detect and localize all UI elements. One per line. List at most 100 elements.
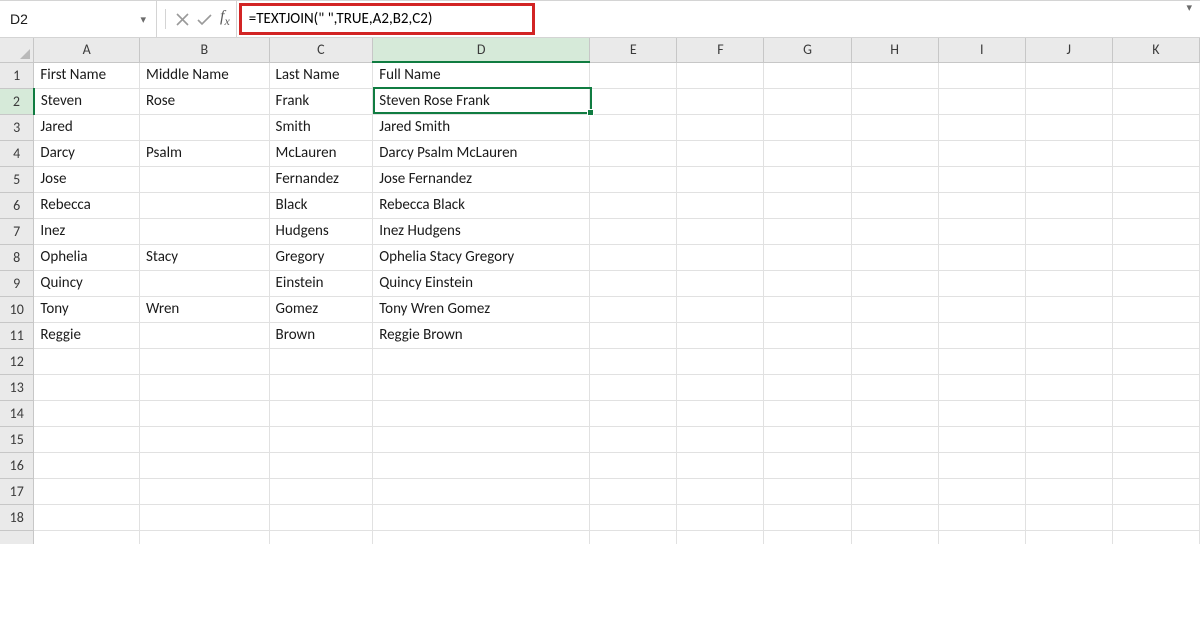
cell-K13[interactable] [1112, 374, 1199, 400]
row-header-16[interactable]: 16 [0, 452, 34, 478]
cell-C15[interactable] [269, 426, 373, 452]
cell-B4[interactable]: Psalm [140, 140, 270, 166]
cell-H13[interactable] [851, 374, 938, 400]
cell-D1[interactable]: Full Name [373, 62, 590, 88]
cell-A13[interactable] [34, 374, 140, 400]
cell-I15[interactable] [938, 426, 1025, 452]
cell-F18[interactable] [677, 504, 764, 530]
cell-E12[interactable] [590, 348, 677, 374]
cell-B15[interactable] [140, 426, 270, 452]
cell-E6[interactable] [590, 192, 677, 218]
row-header-6[interactable]: 6 [0, 192, 34, 218]
cell-A3[interactable]: Jared [34, 114, 140, 140]
cell-E4[interactable] [590, 140, 677, 166]
cell-K16[interactable] [1112, 452, 1199, 478]
cell-C18[interactable] [269, 504, 373, 530]
cell-C6[interactable]: Black [269, 192, 373, 218]
cell-A16[interactable] [34, 452, 140, 478]
cell-C4[interactable]: McLauren [269, 140, 373, 166]
cell-B11[interactable] [140, 322, 270, 348]
cell-J6[interactable] [1025, 192, 1112, 218]
cell-H6[interactable] [851, 192, 938, 218]
cell-K1[interactable] [1112, 62, 1199, 88]
cell-D9[interactable]: Quincy Einstein [373, 270, 590, 296]
cell-C16[interactable] [269, 452, 373, 478]
cell-J13[interactable] [1025, 374, 1112, 400]
cell-F19[interactable] [677, 530, 764, 544]
cell-J8[interactable] [1025, 244, 1112, 270]
cell-A17[interactable] [34, 478, 140, 504]
row-header-3[interactable]: 3 [0, 114, 34, 140]
cell-J16[interactable] [1025, 452, 1112, 478]
cell-C11[interactable]: Brown [269, 322, 373, 348]
cell-A1[interactable]: First Name [34, 62, 140, 88]
name-box[interactable] [10, 11, 136, 27]
cell-G6[interactable] [764, 192, 851, 218]
cell-G9[interactable] [764, 270, 851, 296]
cell-E1[interactable] [590, 62, 677, 88]
cell-D6[interactable]: Rebecca Black [373, 192, 590, 218]
col-header-i[interactable]: I [938, 38, 1025, 62]
cell-F5[interactable] [677, 166, 764, 192]
cell-B17[interactable] [140, 478, 270, 504]
cell-F2[interactable] [677, 88, 764, 114]
cell-E19[interactable] [590, 530, 677, 544]
cell-G10[interactable] [764, 296, 851, 322]
cell-D16[interactable] [373, 452, 590, 478]
cell-J18[interactable] [1025, 504, 1112, 530]
row-header-19[interactable] [0, 530, 34, 544]
cell-K6[interactable] [1112, 192, 1199, 218]
cell-H18[interactable] [851, 504, 938, 530]
col-header-c[interactable]: C [269, 38, 373, 62]
cell-G11[interactable] [764, 322, 851, 348]
cell-E11[interactable] [590, 322, 677, 348]
cancel-icon[interactable] [176, 13, 189, 26]
cell-G1[interactable] [764, 62, 851, 88]
cell-G17[interactable] [764, 478, 851, 504]
col-header-e[interactable]: E [590, 38, 677, 62]
cell-F3[interactable] [677, 114, 764, 140]
cell-C13[interactable] [269, 374, 373, 400]
cell-C1[interactable]: Last Name [269, 62, 373, 88]
cell-A14[interactable] [34, 400, 140, 426]
cell-C10[interactable]: Gomez [269, 296, 373, 322]
cell-D19[interactable] [373, 530, 590, 544]
cell-E18[interactable] [590, 504, 677, 530]
cell-A11[interactable]: Reggie [34, 322, 140, 348]
cell-B1[interactable]: Middle Name [140, 62, 270, 88]
cell-G3[interactable] [764, 114, 851, 140]
cell-F17[interactable] [677, 478, 764, 504]
cell-J10[interactable] [1025, 296, 1112, 322]
cell-D5[interactable]: Jose Fernandez [373, 166, 590, 192]
cell-K18[interactable] [1112, 504, 1199, 530]
cell-D10[interactable]: Tony Wren Gomez [373, 296, 590, 322]
row-header-2[interactable]: 2 [0, 88, 34, 114]
cell-C3[interactable]: Smith [269, 114, 373, 140]
cell-D4[interactable]: Darcy Psalm McLauren [373, 140, 590, 166]
cell-I16[interactable] [938, 452, 1025, 478]
cell-G5[interactable] [764, 166, 851, 192]
row-header-4[interactable]: 4 [0, 140, 34, 166]
row-header-11[interactable]: 11 [0, 322, 34, 348]
cell-A9[interactable]: Quincy [34, 270, 140, 296]
cell-J14[interactable] [1025, 400, 1112, 426]
cell-I2[interactable] [938, 88, 1025, 114]
cell-J2[interactable] [1025, 88, 1112, 114]
cell-K3[interactable] [1112, 114, 1199, 140]
cell-H11[interactable] [851, 322, 938, 348]
cell-J19[interactable] [1025, 530, 1112, 544]
cell-J3[interactable] [1025, 114, 1112, 140]
cell-J7[interactable] [1025, 218, 1112, 244]
cell-C7[interactable]: Hudgens [269, 218, 373, 244]
cell-E9[interactable] [590, 270, 677, 296]
cell-E7[interactable] [590, 218, 677, 244]
cell-F7[interactable] [677, 218, 764, 244]
cell-D17[interactable] [373, 478, 590, 504]
cell-K10[interactable] [1112, 296, 1199, 322]
col-header-d[interactable]: D [373, 38, 590, 62]
cell-A18[interactable] [34, 504, 140, 530]
cell-H5[interactable] [851, 166, 938, 192]
cell-G2[interactable] [764, 88, 851, 114]
cell-H19[interactable] [851, 530, 938, 544]
cell-C9[interactable]: Einstein [269, 270, 373, 296]
